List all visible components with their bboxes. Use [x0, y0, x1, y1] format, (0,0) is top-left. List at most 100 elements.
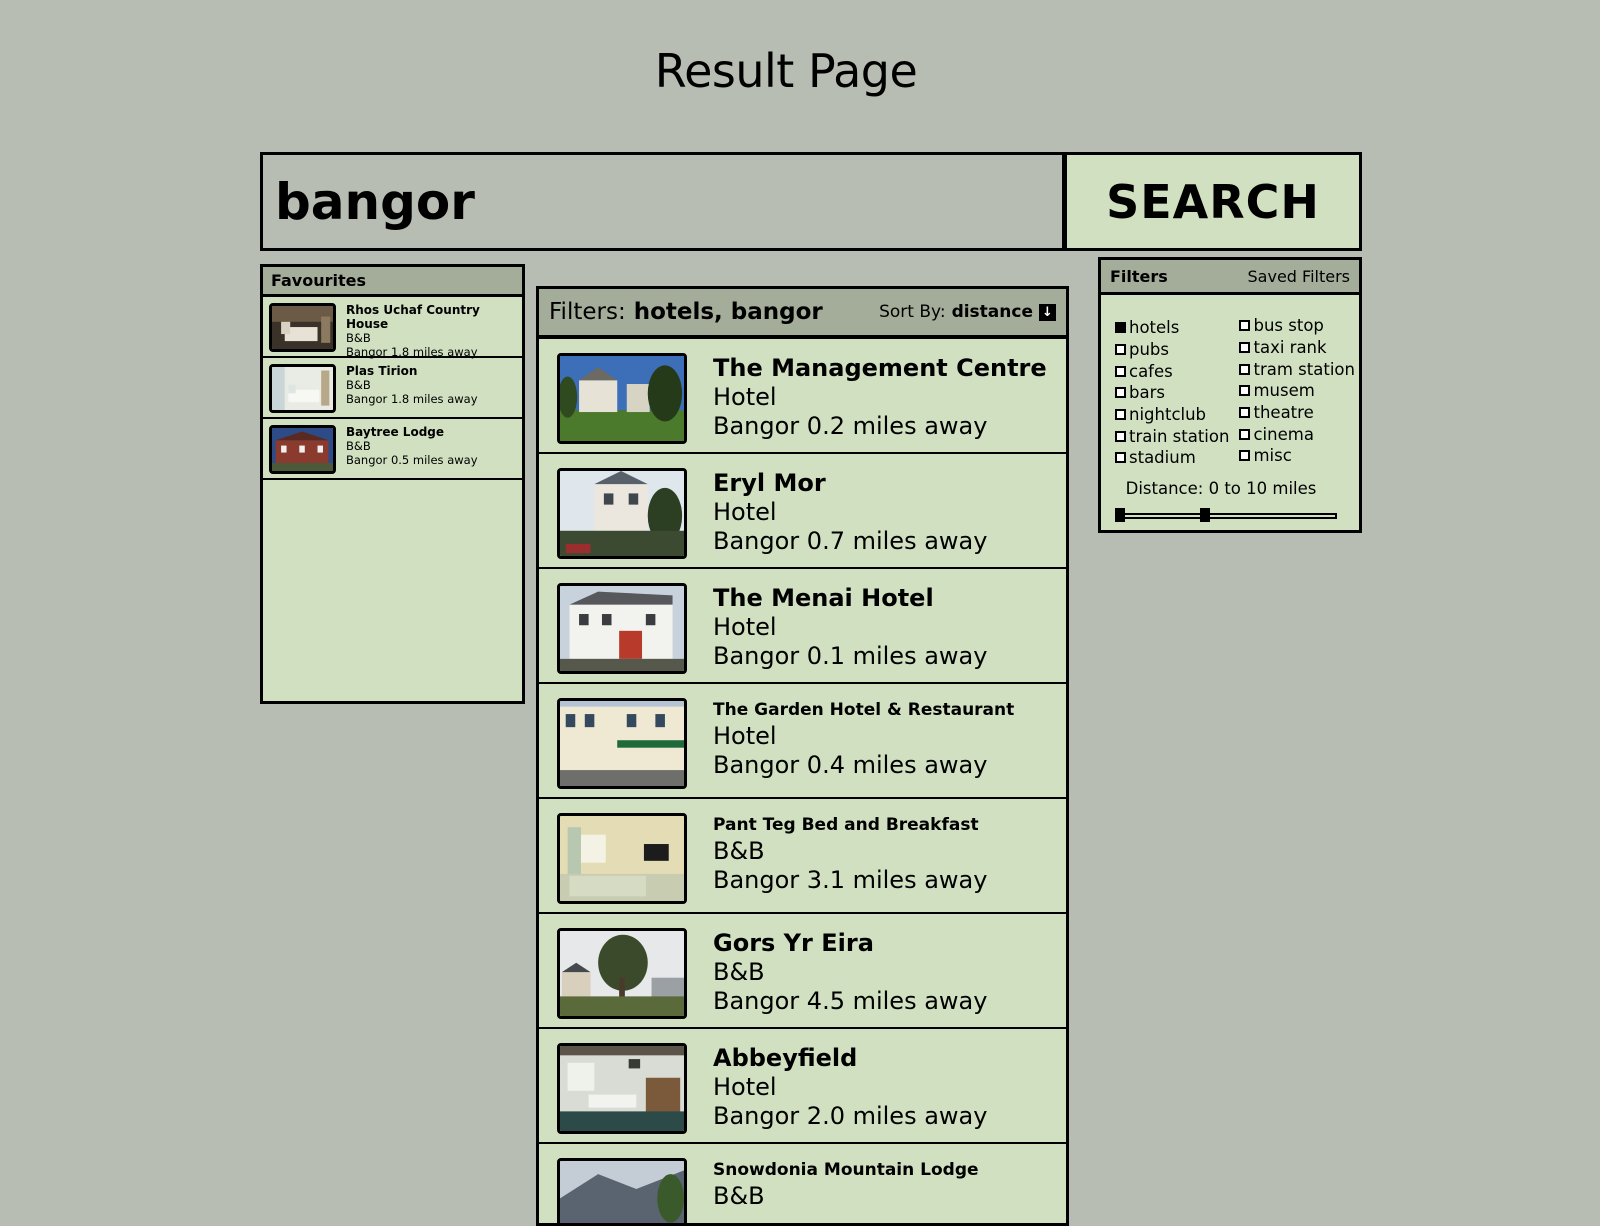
saved-filters-link[interactable]: Saved Filters	[1248, 267, 1350, 286]
result-thumbnail	[557, 1043, 687, 1134]
filter-option-theatre[interactable]: theatre	[1239, 402, 1359, 424]
filter-column-left: hotels pubs cafes bars nightclub train s…	[1115, 317, 1239, 469]
sort-down-arrow-icon[interactable]: ↓	[1039, 303, 1056, 321]
filter-option-label: pubs	[1129, 340, 1170, 360]
favourite-thumbnail	[269, 425, 336, 474]
favourite-distance: Bangor 0.5 miles away	[346, 453, 478, 467]
result-thumbnail	[557, 813, 687, 904]
distance-label: Distance: 0 to 10 miles	[1125, 478, 1317, 498]
checkbox[interactable]	[1115, 344, 1126, 356]
active-filters-label: Filters:	[549, 299, 626, 325]
checkbox[interactable]	[1239, 385, 1251, 397]
filter-option-label: stadium	[1129, 448, 1196, 468]
favourite-thumbnail	[269, 303, 336, 352]
slider-handle-max[interactable]	[1199, 507, 1210, 522]
result-thumbnail	[557, 928, 687, 1019]
page-title: Result Page	[654, 44, 918, 98]
result-name: The Garden Hotel & Restaurant	[713, 700, 1015, 720]
slider-track[interactable]	[1115, 512, 1337, 519]
distance-slider[interactable]	[1115, 506, 1337, 526]
filter-option-label: hotels	[1129, 318, 1180, 338]
filter-option-taxi-rank[interactable]: taxi rank	[1239, 337, 1359, 359]
result-item[interactable]: The Management Centre Hotel Bangor 0.2 m…	[539, 339, 1066, 454]
favourite-name: Baytree Lodge	[346, 425, 445, 439]
favourite-item[interactable]: Plas Tirion B&B Bangor 1.8 miles away	[263, 358, 522, 419]
slider-handle-min[interactable]	[1115, 507, 1125, 522]
result-item[interactable]: Pant Teg Bed and Breakfast B&B Bangor 3.…	[539, 799, 1066, 914]
result-type: Hotel	[713, 722, 777, 750]
filter-option-musem[interactable]: musem	[1239, 380, 1359, 402]
favourites-panel: Favourites Rhos Uchaf Country House B&B …	[260, 264, 525, 704]
filter-option-bus-stop[interactable]: bus stop	[1239, 315, 1359, 337]
result-thumbnail	[557, 1158, 687, 1223]
result-type: B&B	[713, 1182, 765, 1210]
result-name: Abbeyfield	[713, 1044, 858, 1072]
result-item[interactable]: Eryl Mor Hotel Bangor 0.7 miles away	[539, 454, 1066, 569]
filter-option-pubs[interactable]: pubs	[1115, 339, 1239, 361]
favourite-type: B&B	[346, 378, 371, 392]
result-item[interactable]: Abbeyfield Hotel Bangor 2.0 miles away	[539, 1029, 1066, 1144]
favourite-type: B&B	[346, 439, 371, 453]
checkbox[interactable]	[1115, 452, 1126, 464]
result-thumbnail	[557, 698, 687, 789]
result-name: Eryl Mor	[713, 469, 826, 497]
filter-column-right: bus stop taxi rank tram station musem th…	[1239, 315, 1359, 469]
results-panel: Filters: hotels, bangor Sort By: distanc…	[536, 286, 1069, 1226]
result-item[interactable]: Gors Yr Eira B&B Bangor 4.5 miles away	[539, 914, 1066, 1029]
result-name: The Management Centre	[713, 354, 1047, 382]
search-input[interactable]	[260, 152, 1065, 251]
checkbox[interactable]	[1239, 450, 1251, 462]
filters-title: Filters	[1110, 266, 1168, 286]
filter-option-stadium[interactable]: stadium	[1115, 447, 1239, 469]
checkbox[interactable]	[1239, 428, 1251, 440]
checkbox[interactable]	[1239, 320, 1251, 332]
filter-option-bars[interactable]: bars	[1115, 382, 1239, 404]
result-name: Gors Yr Eira	[713, 929, 874, 957]
filter-option-label: train station	[1129, 426, 1230, 446]
favourite-distance: Bangor 1.8 miles away	[346, 392, 478, 406]
result-name: Pant Teg Bed and Breakfast	[713, 815, 979, 835]
result-type: B&B	[713, 837, 765, 865]
search-button[interactable]: SEARCH	[1064, 152, 1362, 251]
result-distance: Bangor 2.0 miles away	[713, 1102, 988, 1130]
result-type: Hotel	[713, 613, 777, 641]
favourite-item[interactable]: Baytree Lodge B&B Bangor 0.5 miles away	[263, 419, 522, 480]
checkbox[interactable]	[1115, 409, 1126, 421]
result-distance: Bangor 3.1 miles away	[713, 866, 988, 894]
filter-option-nightclub[interactable]: nightclub	[1115, 404, 1239, 426]
filter-option-cafes[interactable]: cafes	[1115, 360, 1239, 382]
result-thumbnail	[557, 353, 687, 444]
favourite-type: B&B	[346, 331, 371, 345]
result-item[interactable]: The Menai Hotel Hotel Bangor 0.1 miles a…	[539, 569, 1066, 684]
checkbox[interactable]	[1239, 363, 1251, 375]
result-item[interactable]: Snowdonia Mountain Lodge B&B	[539, 1144, 1066, 1223]
sort-value: distance	[951, 302, 1033, 322]
filter-option-train-station[interactable]: train station	[1115, 425, 1239, 447]
filter-option-label: musem	[1253, 381, 1315, 401]
checkbox[interactable]	[1239, 342, 1251, 354]
checkbox[interactable]	[1115, 365, 1126, 377]
result-thumbnail	[557, 468, 687, 559]
favourite-name: Plas Tirion	[346, 364, 418, 378]
result-type: Hotel	[713, 1073, 777, 1101]
result-type: B&B	[713, 958, 765, 986]
result-item[interactable]: The Garden Hotel & Restaurant Hotel Bang…	[539, 684, 1066, 799]
result-thumbnail	[557, 583, 687, 674]
checkbox-checked[interactable]	[1115, 322, 1126, 334]
favourite-item[interactable]: Rhos Uchaf Country House B&B Bangor 1.8 …	[263, 297, 522, 359]
filter-option-tram-station[interactable]: tram station	[1239, 358, 1359, 380]
checkbox[interactable]	[1239, 407, 1251, 419]
filter-option-misc[interactable]: misc	[1239, 445, 1359, 467]
filter-option-label: theatre	[1253, 403, 1314, 423]
sort-control[interactable]: Sort By: distance ↓	[879, 302, 1056, 322]
results-header: Filters: hotels, bangor Sort By: distanc…	[539, 289, 1066, 339]
checkbox[interactable]	[1115, 387, 1126, 399]
favourite-distance: Bangor 1.8 miles away	[346, 345, 478, 359]
filter-option-cinema[interactable]: cinema	[1239, 423, 1359, 445]
result-name: The Menai Hotel	[713, 584, 934, 612]
filter-option-hotels[interactable]: hotels	[1115, 317, 1239, 339]
checkbox[interactable]	[1115, 430, 1126, 442]
filters-panel: Filters Saved Filters hotels pubs cafes …	[1098, 257, 1362, 533]
result-type: Hotel	[713, 383, 777, 411]
result-distance: Bangor 4.5 miles away	[713, 987, 988, 1015]
